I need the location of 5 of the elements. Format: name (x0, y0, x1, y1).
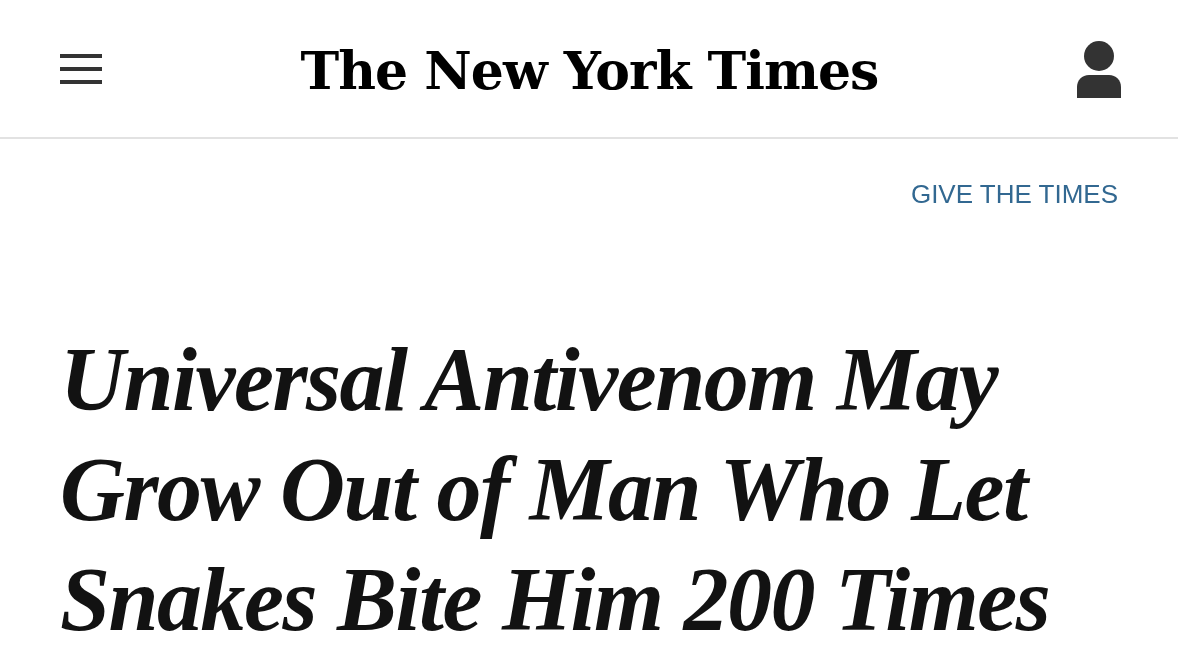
account-icon[interactable] (1077, 41, 1121, 98)
article-headline: Universal Antivenom May Grow Out of Man Who Let Snakes Bite Him 200 Times (60, 329, 1051, 651)
site-logo[interactable]: The New York Times (300, 40, 879, 97)
give-the-times-link[interactable]: GIVE THE TIMES (910, 181, 1118, 207)
menu-icon[interactable] (60, 53, 102, 84)
